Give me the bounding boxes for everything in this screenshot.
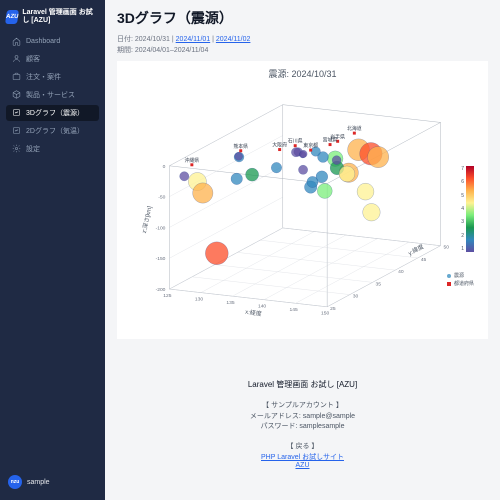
nav-label: 2Dグラフ（気温）: [26, 126, 84, 136]
svg-text:130: 130: [195, 297, 203, 303]
date-link[interactable]: 2024/11/02: [216, 36, 251, 43]
home-icon: [12, 37, 21, 46]
period-value: 2024/04/01–2024/11/04: [135, 47, 208, 54]
user-name: sample: [27, 479, 50, 486]
footer-link-1[interactable]: PHP Laravel お試しサイト: [261, 454, 344, 461]
legend-dot-icon: [447, 274, 451, 278]
briefcase-icon: [12, 72, 21, 81]
svg-text:50: 50: [443, 245, 449, 251]
colorbar-ticks: 7654321: [461, 166, 464, 252]
nav-label: 設定: [26, 144, 40, 154]
plot-3d[interactable]: -200 -150 -100 -50 0 25 30 35 40 45 50 125 130 135 140…: [125, 82, 480, 322]
svg-text:150: 150: [321, 311, 329, 317]
user-menu[interactable]: nzu sample: [0, 470, 105, 494]
footer-link-2[interactable]: AZU: [296, 462, 310, 469]
brand[interactable]: AZU Laravel 管理画面 お試し [AZU]: [0, 6, 105, 34]
legend: 震源 都道府県: [447, 271, 474, 288]
legend-pref: 都道府県: [454, 280, 474, 287]
svg-text:140: 140: [258, 304, 266, 310]
svg-text:135: 135: [226, 300, 234, 306]
period-label: 期間:: [117, 47, 135, 54]
svg-text:-150: -150: [156, 256, 166, 262]
svg-text:石川県: 石川県: [288, 139, 303, 145]
chart-card: 震源: 2024/10/31 -200 -150 -100 -50 0 25 30 35 40 4…: [117, 61, 488, 339]
colorbar: [466, 166, 474, 252]
date-link: 2024/10/31: [135, 36, 170, 43]
chart-icon: [12, 108, 21, 117]
footer-back-head: 【 戻る 】: [117, 441, 488, 451]
footer-account-head: 【 サンプルアカウント 】: [117, 400, 488, 410]
nav: Dashboard 顧客 注文・案件 製品・サービス 3Dグラフ（震源） 2Dグ…: [0, 34, 105, 157]
svg-text:30: 30: [353, 294, 359, 300]
nav-3d-graph[interactable]: 3Dグラフ（震源）: [6, 105, 99, 121]
footer-mail: メールアドレス: sample@sample: [117, 411, 488, 421]
svg-text:z:深さ[km]: z:深さ[km]: [140, 205, 154, 234]
nav-orders[interactable]: 注文・案件: [6, 69, 99, 85]
svg-text:y:緯度: y:緯度: [407, 242, 425, 257]
svg-text:125: 125: [163, 293, 171, 299]
users-icon: [12, 54, 21, 63]
svg-text:-50: -50: [158, 195, 165, 201]
nav-label: 注文・案件: [26, 72, 61, 82]
nav-label: Dashboard: [26, 38, 60, 45]
nav-label: 顧客: [26, 54, 40, 64]
brand-title: Laravel 管理画面 お試し [AZU]: [22, 9, 99, 26]
svg-text:北海道: 北海道: [347, 125, 362, 132]
main: 3Dグラフ（震源） 日付: 2024/10/31 | 2024/11/01 | …: [105, 0, 500, 500]
svg-text:40: 40: [398, 269, 404, 275]
avatar: nzu: [8, 475, 22, 489]
legend-hypo: 震源: [454, 272, 464, 279]
footer-title: Laravel 管理画面 お試し [AZU]: [117, 379, 488, 390]
nav-label: 製品・サービス: [26, 90, 75, 100]
nav-dashboard[interactable]: Dashboard: [6, 34, 99, 49]
svg-text:25: 25: [330, 306, 336, 312]
gear-icon: [12, 144, 21, 153]
legend-sq-icon: [447, 282, 451, 286]
plot-svg: -200 -150 -100 -50 0 25 30 35 40 45 50 125 130 135 140…: [125, 82, 480, 319]
nav-label: 3Dグラフ（震源）: [26, 108, 84, 118]
nav-customers[interactable]: 顧客: [6, 51, 99, 67]
svg-text:東京都: 東京都: [303, 142, 318, 149]
date-label: 日付:: [117, 36, 135, 43]
nav-2d-graph[interactable]: 2Dグラフ（気温）: [6, 123, 99, 139]
brand-logo: AZU: [5, 10, 19, 24]
svg-text:-200: -200: [156, 287, 166, 293]
period: 期間: 2024/04/01–2024/11/04: [117, 45, 488, 55]
date-link[interactable]: 2024/11/01: [176, 36, 211, 43]
nav-products[interactable]: 製品・サービス: [6, 87, 99, 103]
nav-settings[interactable]: 設定: [6, 141, 99, 157]
chart-title: 震源: 2024/10/31: [125, 67, 480, 80]
svg-text:熊本県: 熊本県: [233, 143, 248, 150]
footer: Laravel 管理画面 お試し [AZU] 【 サンプルアカウント 】 メール…: [117, 379, 488, 469]
svg-text:沖縄県: 沖縄県: [184, 157, 199, 164]
svg-text:145: 145: [290, 307, 298, 313]
svg-text:45: 45: [421, 257, 427, 263]
box-icon: [12, 90, 21, 99]
chart2-icon: [12, 126, 21, 135]
svg-text:35: 35: [375, 281, 381, 287]
svg-text:0: 0: [163, 164, 166, 170]
svg-text:大阪府: 大阪府: [272, 142, 287, 149]
sidebar: AZU Laravel 管理画面 お試し [AZU] Dashboard 顧客 …: [0, 0, 105, 500]
svg-text:宮城県: 宮城県: [323, 137, 338, 144]
svg-text:-100: -100: [156, 225, 166, 231]
page-title: 3Dグラフ（震源）: [117, 8, 488, 28]
date-filter: 日付: 2024/10/31 | 2024/11/01 | 2024/11/02: [117, 34, 488, 44]
footer-pass: パスワード: samplesample: [117, 421, 488, 431]
